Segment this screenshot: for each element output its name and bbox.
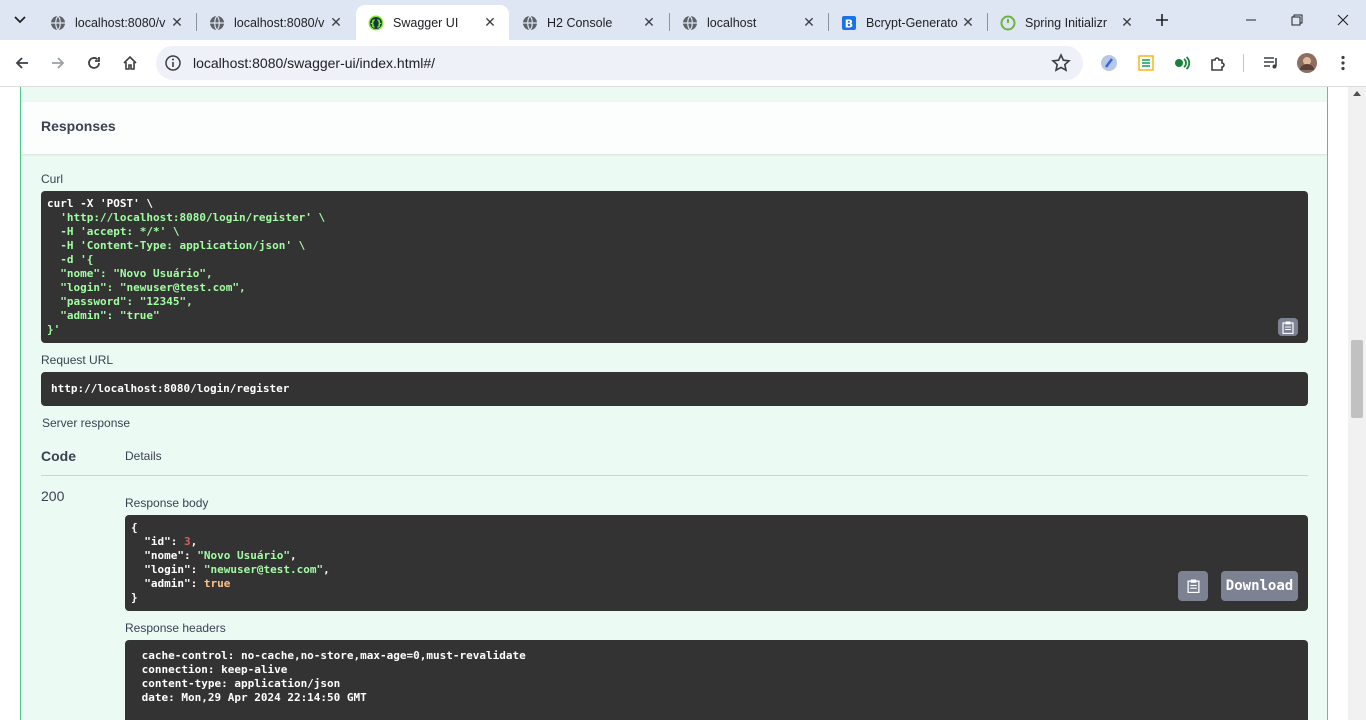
response-body-block[interactable]: { "id": 3, "nome": "Novo Usuário", "logi… xyxy=(125,515,1308,611)
request-url-label: Request URL xyxy=(41,353,114,367)
tab-localhost-2[interactable]: localhost:8080/v ✕ xyxy=(197,5,355,40)
tab-localhost-3[interactable]: localhost ✕ xyxy=(670,5,828,40)
restore-button[interactable] xyxy=(1274,0,1320,40)
restore-icon xyxy=(1291,14,1303,26)
menu-button[interactable] xyxy=(1333,53,1353,73)
copy-curl-button[interactable] xyxy=(1278,318,1298,336)
scrollbar-thumb[interactable] xyxy=(1351,340,1363,418)
close-icon[interactable]: ✕ xyxy=(327,14,345,32)
arrow-right-icon xyxy=(52,57,65,69)
download-button[interactable]: Download xyxy=(1221,571,1298,601)
swagger-page: Responses Curl curl -X 'POST' \ 'http://… xyxy=(0,87,1348,720)
request-url: http://localhost:8080/login/register xyxy=(51,382,290,395)
details-column-header: Details xyxy=(125,449,162,463)
minimize-button[interactable] xyxy=(1228,0,1274,40)
reload-icon xyxy=(88,57,100,69)
extensions-puzzle-icon[interactable] xyxy=(1208,53,1228,73)
status-code: 200 xyxy=(41,488,65,504)
media-control-icon[interactable] xyxy=(1261,53,1281,73)
code-column-header: Code xyxy=(41,448,76,464)
new-tab-button[interactable] xyxy=(1150,8,1174,32)
close-icon[interactable]: ✕ xyxy=(959,14,977,32)
responses-header: Responses xyxy=(21,102,1327,154)
close-icon[interactable]: ✕ xyxy=(1118,14,1136,32)
tab-h2-console[interactable]: H2 Console ✕ xyxy=(510,5,668,40)
close-icon[interactable]: ✕ xyxy=(481,14,499,32)
page-scrollbar[interactable] xyxy=(1348,87,1366,720)
tab-title: H2 Console xyxy=(547,15,613,30)
tab-strip: localhost:8080/v ✕ localhost:8080/v ✕ {}… xyxy=(0,0,1366,40)
responses-title: Responses xyxy=(41,118,116,134)
close-icon[interactable]: ✕ xyxy=(168,14,186,32)
chevron-down-icon xyxy=(14,16,26,24)
response-headers-label: Response headers xyxy=(125,621,226,635)
extension-icon-1[interactable] xyxy=(1099,53,1119,73)
tab-spring-initializr[interactable]: Spring Initializr ✕ xyxy=(988,5,1146,40)
clipboard-icon xyxy=(1186,579,1200,593)
back-button[interactable] xyxy=(7,48,37,78)
request-url-block[interactable]: http://localhost:8080/login/register xyxy=(41,372,1308,406)
tab-search-button[interactable] xyxy=(8,8,32,32)
minimize-icon xyxy=(1246,19,1256,21)
home-button[interactable] xyxy=(115,48,145,78)
response-headers: cache-control: no-cache,no-store,max-age… xyxy=(135,649,533,704)
tab-swagger-ui[interactable]: {} Swagger UI ✕ xyxy=(356,5,509,40)
curl-code: curl -X 'POST' \ 'http://localhost:8080/… xyxy=(47,197,326,336)
response-body: { "id": 3, "nome": "Novo Usuário", "logi… xyxy=(131,521,330,604)
tab-bcrypt-generator[interactable]: B Bcrypt-Generato ✕ xyxy=(829,5,987,40)
profile-avatar[interactable] xyxy=(1297,53,1317,73)
extension-icon-2[interactable] xyxy=(1136,53,1156,73)
scroll-up-arrow-icon[interactable] xyxy=(1353,91,1361,96)
star-icon[interactable] xyxy=(1051,53,1071,73)
info-icon[interactable] xyxy=(164,54,182,72)
toolbar-divider xyxy=(1243,54,1244,72)
svg-text:B: B xyxy=(845,17,853,30)
copy-response-button[interactable] xyxy=(1178,571,1208,601)
plus-icon xyxy=(1156,14,1168,26)
clipboard-icon xyxy=(1282,321,1294,334)
close-icon[interactable]: ✕ xyxy=(640,14,658,32)
bcrypt-icon: B xyxy=(841,15,857,31)
arrow-left-icon xyxy=(15,57,28,69)
spring-icon xyxy=(1000,15,1016,31)
close-icon[interactable]: ✕ xyxy=(800,14,818,32)
address-bar[interactable]: localhost:8080/swagger-ui/index.html#/ xyxy=(156,46,1083,80)
tab-title: localhost xyxy=(707,15,757,30)
tab-title: Spring Initializr xyxy=(1025,15,1107,30)
curl-code-block[interactable]: curl -X 'POST' \ 'http://localhost:8080/… xyxy=(41,191,1308,343)
globe-icon xyxy=(522,15,538,31)
close-icon xyxy=(1337,14,1349,26)
response-body-label: Response body xyxy=(125,496,209,510)
swagger-icon: {} xyxy=(368,15,384,31)
operation-block: Responses Curl curl -X 'POST' \ 'http://… xyxy=(20,87,1328,720)
tab-title: Swagger UI xyxy=(393,15,459,30)
globe-icon xyxy=(50,15,66,31)
globe-icon xyxy=(209,15,225,31)
tab-title: Bcrypt-Generato xyxy=(866,15,958,30)
reload-button[interactable] xyxy=(79,48,109,78)
tab-localhost-1[interactable]: localhost:8080/v ✕ xyxy=(38,5,196,40)
curl-label: Curl xyxy=(41,172,64,186)
response-headers-block[interactable]: cache-control: no-cache,no-store,max-age… xyxy=(125,640,1308,720)
close-window-button[interactable] xyxy=(1320,0,1366,40)
kebab-menu-icon xyxy=(1341,55,1345,71)
tab-title: localhost:8080/v xyxy=(75,15,166,30)
home-icon xyxy=(123,55,137,70)
globe-icon xyxy=(682,15,698,31)
tab-title: localhost:8080/v xyxy=(234,15,325,30)
svg-text:{}: {} xyxy=(370,19,383,29)
browser-toolbar: localhost:8080/swagger-ui/index.html#/ xyxy=(0,40,1366,87)
url-text[interactable]: localhost:8080/swagger-ui/index.html#/ xyxy=(193,55,435,71)
forward-button[interactable] xyxy=(43,48,73,78)
extension-icon-3[interactable] xyxy=(1172,53,1192,73)
server-response-label: Server response xyxy=(42,416,131,430)
table-divider xyxy=(41,475,1308,476)
